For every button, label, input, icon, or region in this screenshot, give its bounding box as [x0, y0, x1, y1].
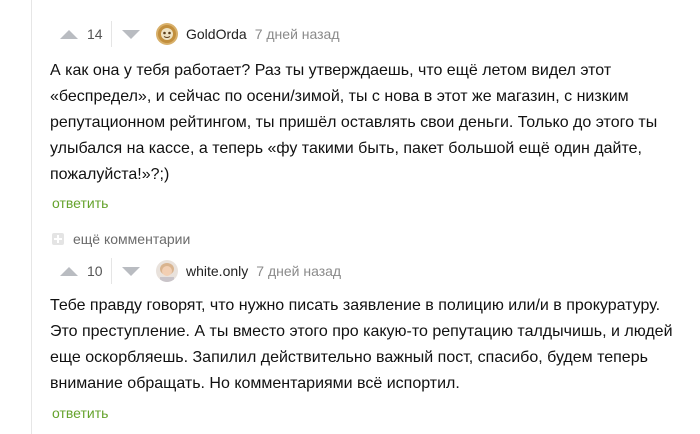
vote-box: 10 — [50, 258, 112, 284]
reply-link[interactable]: ответить — [52, 195, 108, 211]
more-comments-label: ещё комментарии — [73, 231, 191, 247]
avatar[interactable] — [156, 260, 178, 282]
vote-up-icon[interactable] — [60, 29, 78, 39]
comment-time[interactable]: 7 дней назад — [255, 26, 340, 42]
plus-square-icon — [52, 233, 64, 245]
comment-time[interactable]: 7 дней назад — [256, 263, 341, 279]
comment-body: А как она у тебя работает? Раз ты утверж… — [50, 58, 690, 188]
comment-author[interactable]: GoldOrda — [186, 26, 247, 42]
comment-rating: 10 — [87, 263, 103, 279]
avatar[interactable] — [156, 23, 178, 45]
vote-down-icon[interactable] — [122, 266, 140, 276]
vote-down-icon[interactable] — [122, 29, 140, 39]
thread-line — [31, 0, 32, 434]
comment-rating: 14 — [87, 26, 103, 42]
comment-author[interactable]: white.only — [186, 263, 248, 279]
comment-header: 14 GoldOrda 7 дней назад — [50, 20, 340, 48]
comment-header: 10 white.only 7 дней назад — [50, 257, 341, 285]
comment-body: Тебе правду говорят, что нужно писать за… — [50, 293, 690, 397]
vote-box: 14 — [50, 21, 112, 47]
comment-text: А как она у тебя работает? Раз ты утверж… — [50, 62, 658, 183]
more-comments-toggle[interactable]: ещё комментарии — [52, 230, 190, 248]
vote-up-icon[interactable] — [60, 266, 78, 276]
comment-text: Тебе правду говорят, что нужно писать за… — [50, 297, 673, 392]
reply-link[interactable]: ответить — [52, 405, 108, 421]
